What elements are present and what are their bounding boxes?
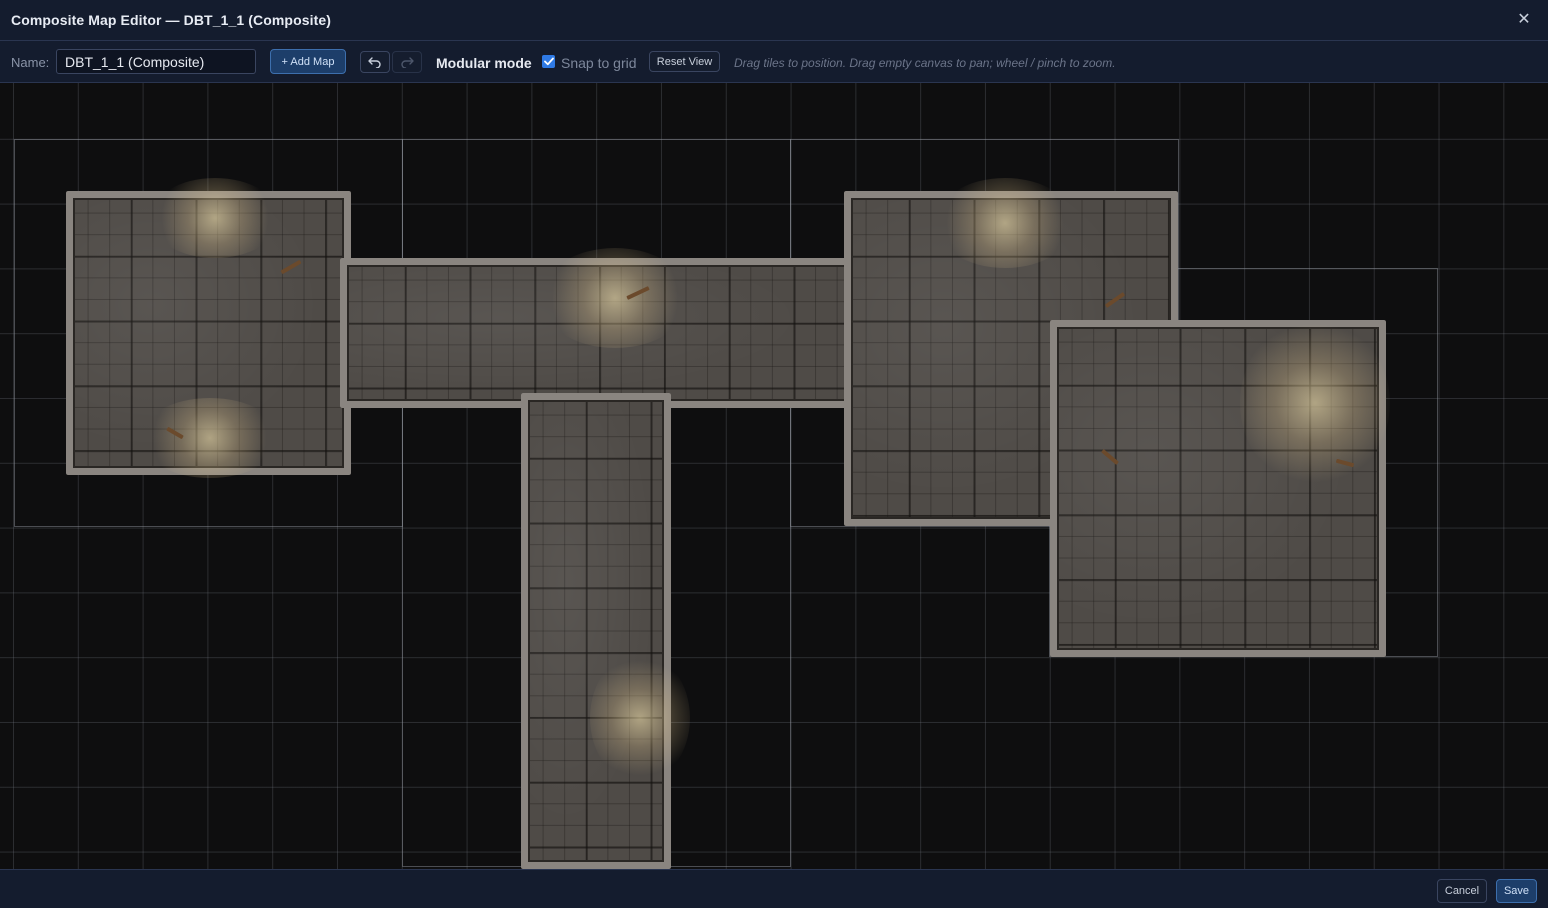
redo-button[interactable] [392,51,422,73]
map-tile-corridor[interactable] [340,258,860,408]
map-tile-room-south-east[interactable] [1050,320,1386,657]
footer: Cancel Save [0,869,1548,908]
modular-mode-label: Modular mode [436,55,532,71]
name-label: Name: [11,55,50,70]
map-tile-corridor-south[interactable] [521,393,671,869]
reset-view-button[interactable]: Reset View [649,51,720,72]
checkmark-icon [543,57,554,66]
name-input[interactable] [56,49,256,74]
snap-to-grid-checkbox[interactable] [542,55,555,68]
undo-icon [368,57,381,68]
save-button[interactable]: Save [1496,879,1537,903]
cancel-button[interactable]: Cancel [1437,879,1487,903]
toolbar: Name: + Add Map Modular mode Snap to gri… [0,41,1548,83]
add-map-button[interactable]: + Add Map [270,49,346,74]
composite-map-editor-dialog: Composite Map Editor — DBT_1_1 (Composit… [0,0,1548,908]
close-icon[interactable]: ✕ [1516,11,1532,29]
undo-button[interactable] [360,51,390,73]
map-tile-room-west[interactable] [66,191,351,475]
window-title: Composite Map Editor — DBT_1_1 (Composit… [11,12,332,28]
redo-icon [401,57,414,68]
canvas-hint: Drag tiles to position. Drag empty canva… [734,56,1116,70]
snap-to-grid-label[interactable]: Snap to grid [561,55,637,71]
title-bar: Composite Map Editor — DBT_1_1 (Composit… [0,0,1548,41]
map-canvas[interactable] [0,83,1548,869]
